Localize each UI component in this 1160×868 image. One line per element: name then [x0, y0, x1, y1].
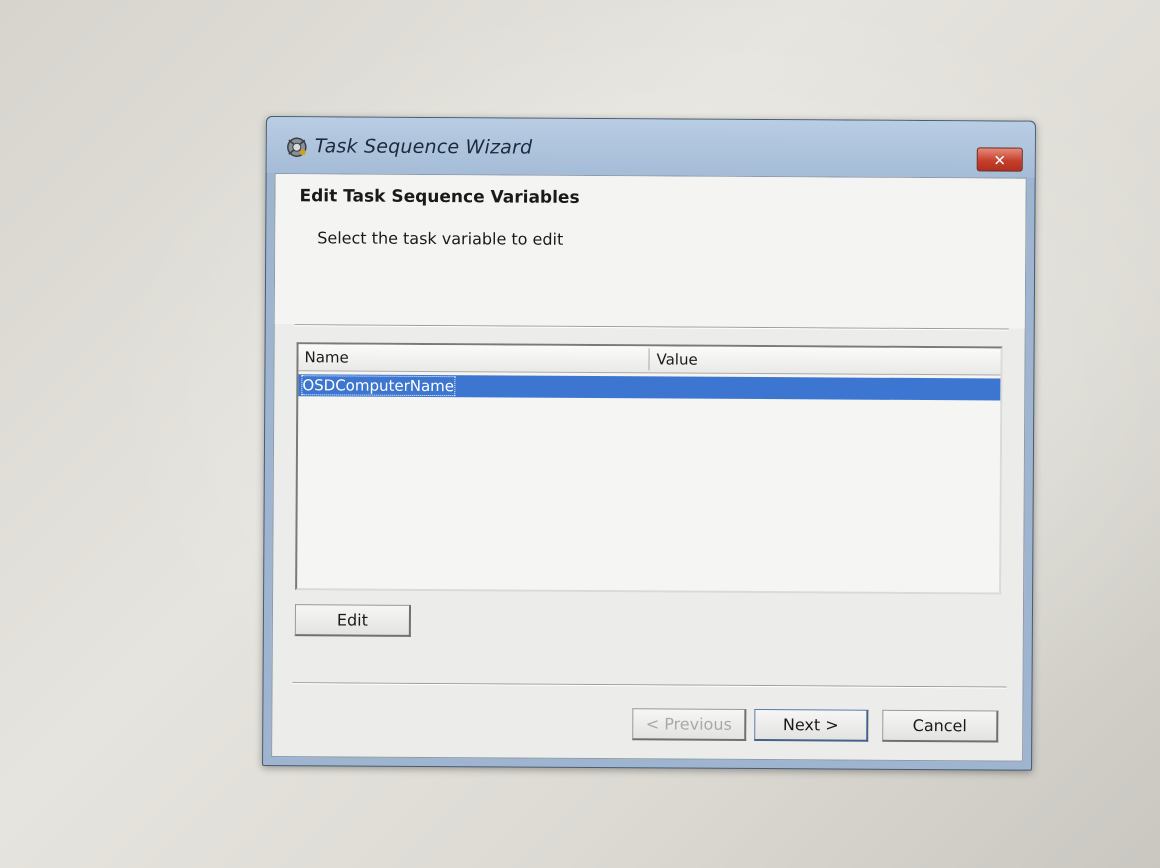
window-title: Task Sequence Wizard — [314, 135, 533, 159]
wizard-client-area: Edit Task Sequence Variables Select the … — [271, 173, 1027, 762]
cancel-button[interactable]: Cancel — [882, 709, 999, 743]
close-button[interactable]: ✕ — [976, 147, 1023, 172]
column-header-value[interactable]: Value — [656, 350, 697, 368]
task-sequence-wizard-window: Task Sequence Wizard ✕ Edit Task Sequenc… — [262, 116, 1036, 771]
column-header-name[interactable]: Name — [304, 348, 348, 366]
list-item[interactable]: OSDComputerName — [298, 374, 1001, 401]
close-icon: ✕ — [993, 151, 1007, 170]
previous-button[interactable]: < Previous — [632, 708, 747, 741]
next-button[interactable]: Next > — [754, 708, 869, 742]
footer-separator — [292, 682, 1007, 689]
wizard-app-icon — [287, 137, 307, 157]
page-instruction: Select the task variable to edit — [317, 228, 564, 249]
variable-name-cell: OSDComputerName — [301, 375, 456, 397]
edit-button[interactable]: Edit — [294, 604, 412, 637]
page-heading: Edit Task Sequence Variables — [299, 186, 580, 208]
variables-list-view[interactable]: Name Value OSDComputerName — [295, 342, 1003, 595]
wizard-header: Edit Task Sequence Variables Select the … — [274, 174, 1026, 329]
title-bar[interactable]: Task Sequence Wizard ✕ — [266, 117, 1035, 178]
list-header: Name Value — [298, 344, 1001, 376]
column-divider[interactable] — [648, 348, 650, 371]
